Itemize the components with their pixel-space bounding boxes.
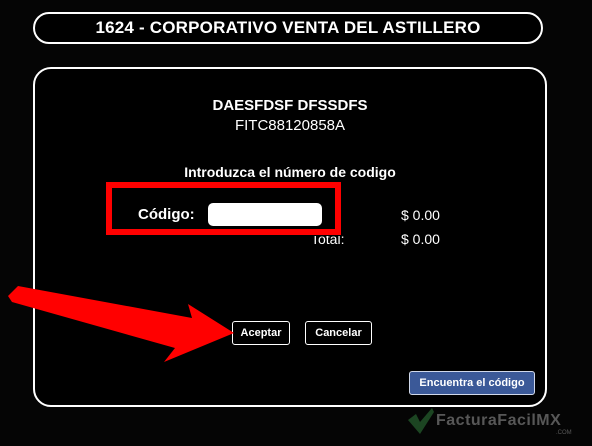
checkmark-icon — [408, 408, 434, 434]
pointer-arrow-icon — [8, 286, 234, 362]
watermark-brand: FacturaFacilMX — [436, 412, 562, 429]
watermark-suffix: .COM — [556, 430, 572, 436]
watermark-logo: FacturaFacilMX .COM — [406, 404, 586, 440]
